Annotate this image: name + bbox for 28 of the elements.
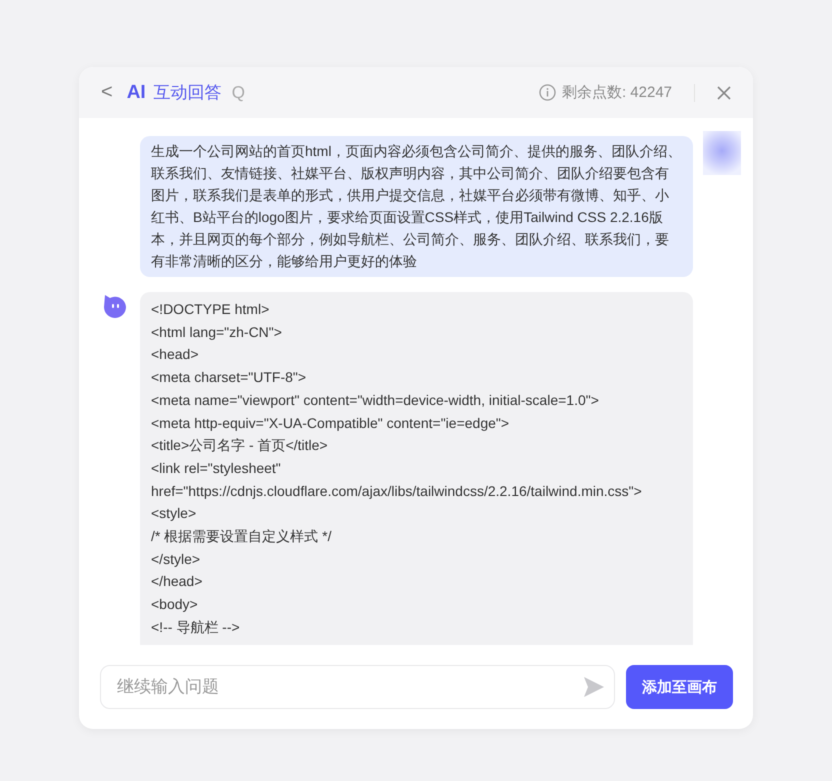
code-line: href="https://cdnjs.cloudflare.com/ajax/libs/tailwindcss/2.2.16/tailwind.min.css">	[151, 482, 643, 501]
question-input-field[interactable]: 继续输入问题	[100, 665, 615, 709]
code-line: <meta http-equiv="X-UA-Compatible" content="ie=edge">	[151, 414, 510, 433]
code-line: <html lang="zh-CN">	[151, 322, 283, 342]
ai-logo: AI	[126, 82, 146, 104]
code-line: </style>	[151, 550, 202, 569]
send-icon[interactable]	[583, 676, 605, 698]
add-to-canvas-button[interactable]: 添加至画布	[626, 665, 733, 709]
code-line: <meta name="viewport" content="width=device-width, initial-scale=1.0">	[151, 390, 600, 410]
code-line: <title>公司名字 - 首页</title>	[151, 436, 329, 456]
code-line: <!-- 导航栏 -->	[151, 618, 241, 637]
code-line: </head>	[151, 572, 204, 592]
back-button[interactable]: <	[101, 81, 119, 104]
bot-avatar-icon	[103, 294, 127, 318]
dialog-title: 互动回答	[154, 82, 222, 104]
info-icon	[538, 84, 556, 101]
code-line: <head>	[151, 345, 200, 364]
title-suffix: Q	[232, 82, 245, 102]
user-avatar	[703, 131, 741, 175]
code-line: <body>	[151, 595, 199, 614]
code-line: /* 根据需要设置自定义样式 */	[151, 527, 332, 546]
code-line: <style>	[151, 504, 198, 524]
user-message: 生成一个公司网站的首页html，页面内容必须包含公司简介、提供的服务、团队介绍、联系我们、友情链接、社媒平台、版权声明内容，其中公司简介、团队介绍要包含有图片，联系我们是表单的形式，供用户提交信息，社媒平台必须带有微博、知乎、小红书、B站平台的logo图片，要求给页面设置CSS样式，使用Tailwind CSS 2.2.16版本，并且网页的每个部分，例如导航栏、公司简介、服务、团队介绍、联系我们，要有非常清晰的区分，能够给用户更好的体验	[140, 136, 693, 277]
code-line: <link rel="stylesheet"	[151, 458, 282, 478]
code-line: <meta charset="UTF-8">	[151, 368, 308, 388]
code-line: <!DOCTYPE html>	[151, 300, 270, 319]
close-icon[interactable]	[717, 86, 731, 100]
remaining-credits: 剩余点数: 42247	[562, 83, 672, 102]
